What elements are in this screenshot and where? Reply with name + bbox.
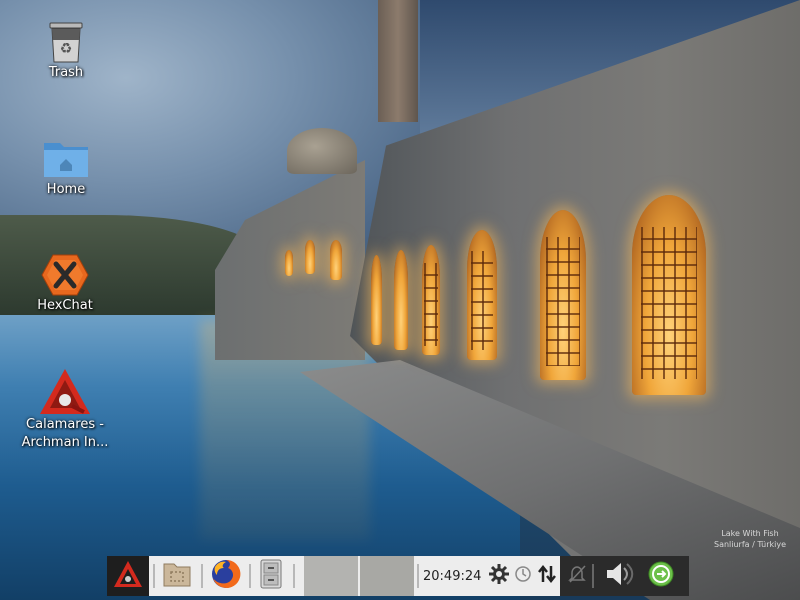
firefox-icon [210,558,242,594]
wallpaper-dome [287,128,357,174]
launcher-archive-manager[interactable] [253,556,289,596]
wallpaper-window [540,210,586,380]
bell-muted-icon [567,564,587,588]
taskbar: 20:49:24 [107,556,689,596]
taskbar-separator [153,564,155,588]
wallpaper-minaret [378,0,418,122]
wallpaper-window [285,250,293,276]
file-manager-icon [162,560,192,592]
network-arrows-icon [538,564,556,588]
trash-icon: ♻ [46,20,86,64]
exit-icon [647,560,675,592]
clock[interactable]: 20:49:24 [423,556,481,596]
archman-menu-icon [113,560,143,592]
gear-icon [488,563,510,589]
tray-notifications-button[interactable] [565,556,589,596]
folder-home-icon [42,137,90,181]
hexchat-icon [41,253,89,297]
system-tray [591,556,689,596]
tray-updates-button[interactable] [511,556,535,596]
wallpaper-window [467,230,497,360]
wallpaper-window [632,195,706,395]
desktop-icon-label: HexChat [37,298,93,313]
taskbar-separator [417,564,419,588]
wallpaper-window [305,240,315,274]
calamares-installer-icon [38,368,92,416]
desktop-icon-home[interactable]: Home [11,137,121,199]
wallpaper-caption-line2: Sanliurfa / Türkiye [713,540,786,549]
desktop-wallpaper: Lake With Fish Sanliurfa / Türkiye [0,0,800,600]
task-button[interactable] [360,556,414,596]
desktop-icon-calamares[interactable]: Calamares - Archman In... [10,368,120,452]
wallpaper-window [330,240,342,280]
wallpaper-window [371,255,382,345]
tray-volume-button[interactable] [601,556,637,596]
menu-button[interactable] [107,556,149,596]
wallpaper-caption: Lake With Fish Sanliurfa / Türkiye [700,528,800,550]
wallpaper-caption-line1: Lake With Fish [721,529,779,538]
tray-separator [592,564,594,588]
desktop-icon-hexchat[interactable]: HexChat [10,253,120,315]
clock-time: 20:49:24 [423,568,482,584]
wallpaper-window [422,245,440,355]
wallpaper-window [394,250,408,350]
tray-settings-button[interactable] [487,556,511,596]
desktop-icon-label: Trash [48,65,84,80]
svg-text:♻: ♻ [60,41,73,57]
launcher-firefox[interactable] [207,556,245,596]
speaker-icon [604,560,634,592]
desktop-icon-trash[interactable]: ♻ Trash [11,20,121,82]
taskbar-separator [293,564,295,588]
desktop-icon-label: Calamares - Archman In... [21,417,109,450]
archive-icon [259,559,283,593]
task-button[interactable] [304,556,358,596]
tray-logout-button[interactable] [643,556,679,596]
taskbar-separator [201,564,203,588]
clock-icon [514,565,532,587]
tray-network-button[interactable] [535,556,559,596]
launcher-file-manager[interactable] [159,556,195,596]
taskbar-separator [249,564,251,588]
desktop-icon-label: Home [46,182,86,197]
